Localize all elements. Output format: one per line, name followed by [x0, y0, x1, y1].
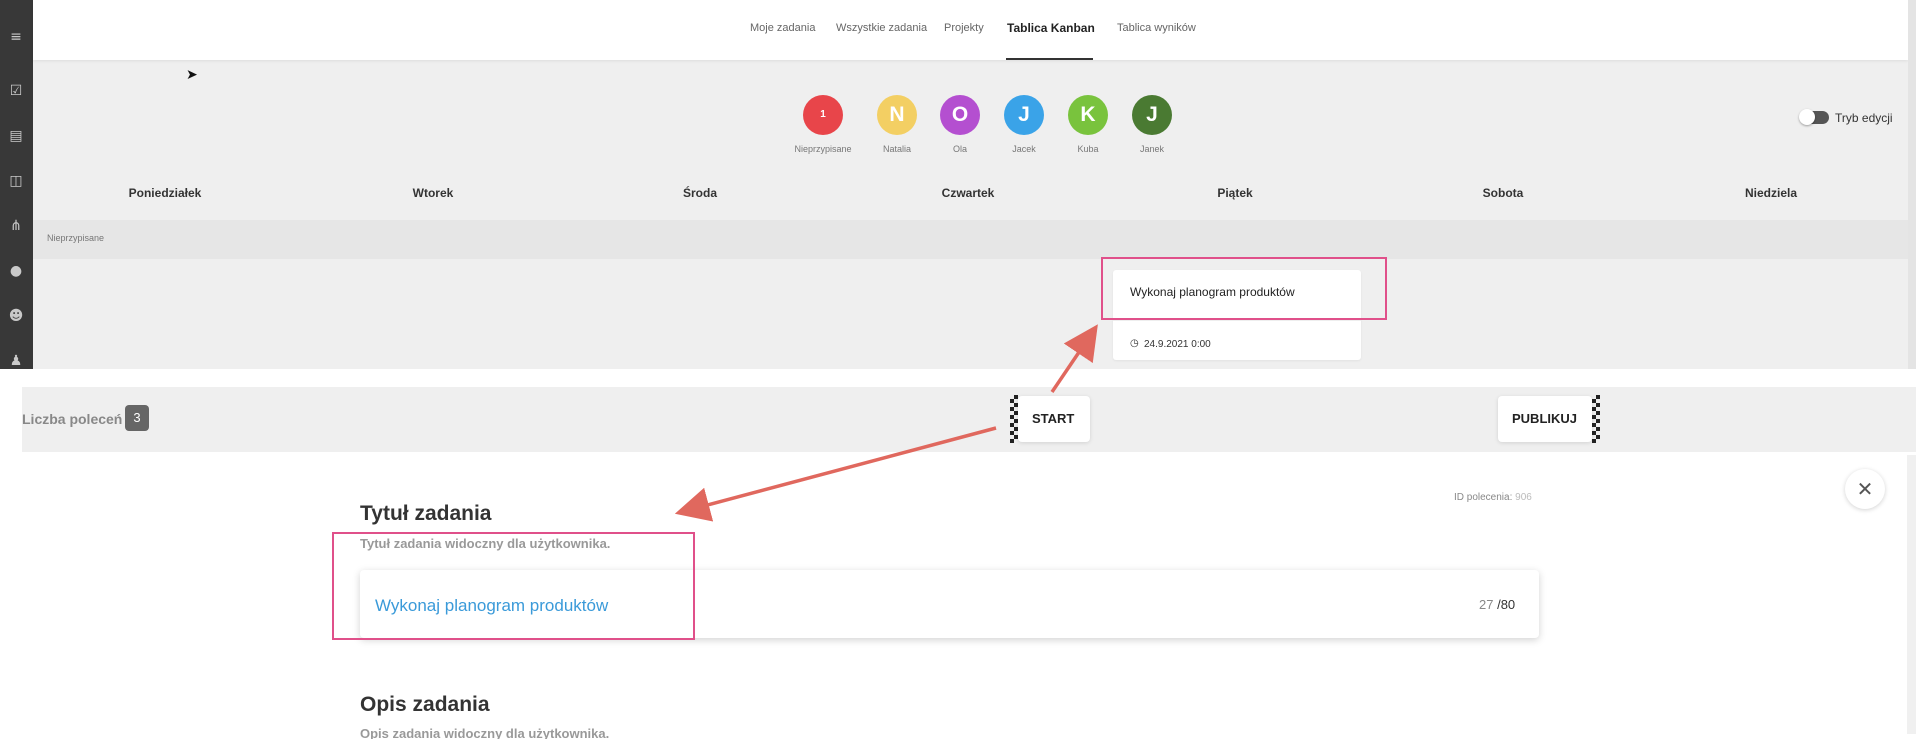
annotation-arrows	[674, 324, 1098, 522]
arrow-to-title-field	[674, 426, 997, 522]
arrow-to-card	[1050, 324, 1098, 393]
